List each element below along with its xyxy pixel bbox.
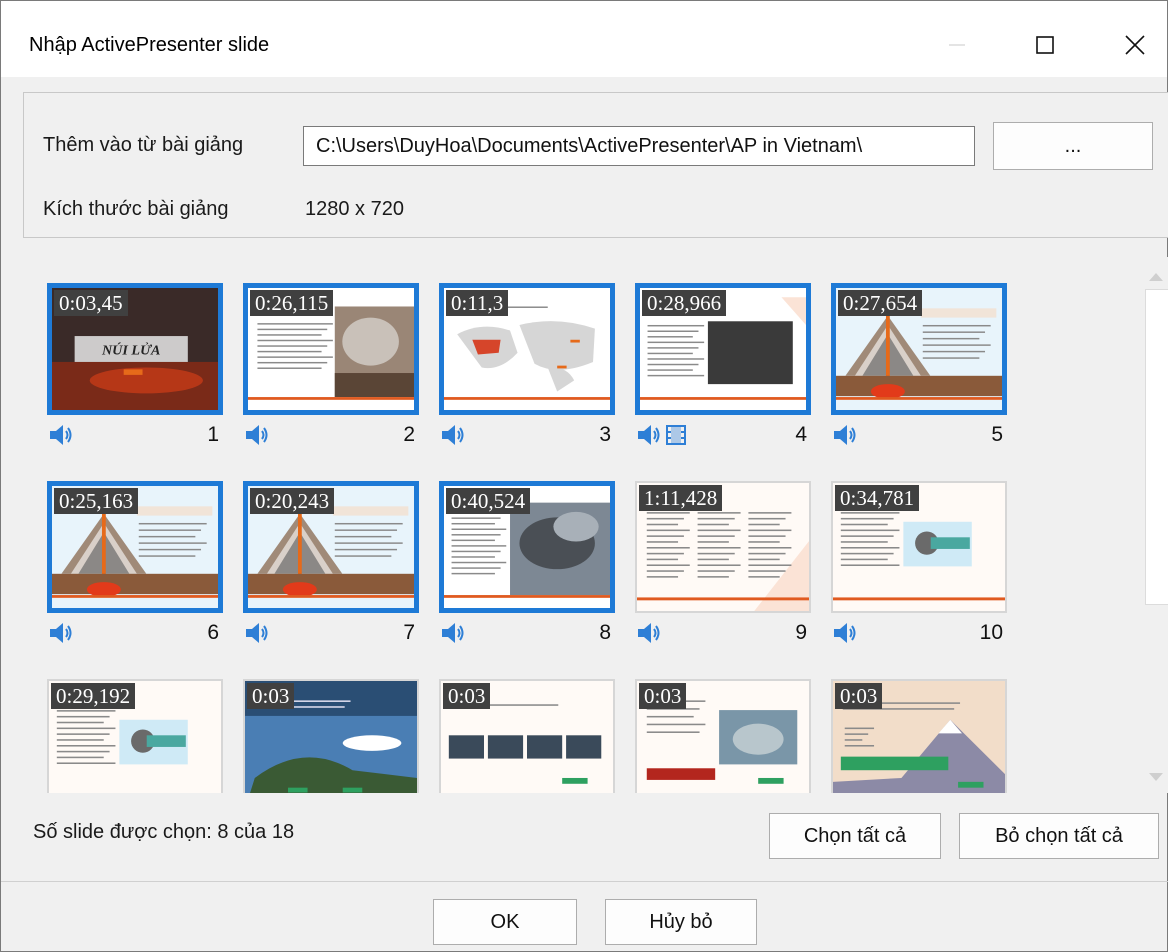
slide-preview[interactable]: 1:11,428 [635,481,811,613]
slide-preview[interactable]: 0:26,115 [243,283,419,415]
import-slides-dialog: Nhập ActivePresenter slide Thêm vào từ b… [0,0,1168,952]
select-all-button[interactable]: Chọn tất cả [769,813,941,859]
slide-number: 3 [599,423,611,446]
size-label: Kích thước bài giảng [43,198,229,220]
slide-duration: 0:03 [443,683,491,709]
ok-button[interactable]: OK [433,899,577,945]
source-label: Thêm vào từ bài giảng [43,134,244,156]
window-title: Nhập ActivePresenter slide [29,34,270,56]
svg-text:NÚI LỬA: NÚI LỬA [101,342,161,359]
slide-preview[interactable]: 0:40,524 [439,481,615,613]
scroll-down-icon [1149,773,1163,781]
slide-duration: 0:03 [247,683,295,709]
slide-duration: 0:25,163 [54,488,139,514]
slide-duration: 0:34,781 [835,485,920,511]
footer-divider [1,881,1168,882]
slide-number: 6 [207,621,219,644]
close-button[interactable] [1115,25,1155,65]
slide-preview[interactable]: 0:03 [831,679,1007,793]
slide-duration: 0:29,192 [51,683,136,709]
slide-duration: 0:27,654 [838,290,923,316]
slide-preview[interactable]: 0:34,781 [831,481,1007,613]
selected-count-status: Số slide được chọn: 8 của 18 [33,821,295,843]
slide-number: 4 [795,423,807,446]
slide-preview[interactable]: 0:03 [243,679,419,793]
slide-number: 8 [599,621,611,644]
slide-number: 2 [403,423,415,446]
slide-duration: 0:03 [835,683,883,709]
slide-duration: 0:03,45 [54,290,128,316]
close-icon [1125,35,1145,55]
slide-number: 9 [795,621,807,644]
slide-duration: 1:11,428 [639,485,723,511]
slide-number: 7 [403,621,415,644]
deselect-all-button[interactable]: Bỏ chọn tất cả [959,813,1159,859]
slide-preview[interactable]: 0:27,654 [831,283,1007,415]
slide-preview[interactable]: 0:03 [439,679,615,793]
slide-number: 5 [991,423,1003,446]
slide-duration: 0:03 [639,683,687,709]
slide-preview[interactable]: 0:03 [635,679,811,793]
minimize-icon [949,44,965,46]
scrollbar-thumb[interactable] [1145,289,1168,605]
slide-preview[interactable]: 0:20,243 [243,481,419,613]
slide-preview[interactable]: 0:29,192 [47,679,223,793]
slide-number: 1 [207,423,219,446]
title-bar: Nhập ActivePresenter slide [1,1,1167,77]
cancel-button[interactable]: Hủy bỏ [605,899,757,945]
slide-preview[interactable]: 0:28,966 [635,283,811,415]
slide-number: 10 [979,621,1003,644]
slide-duration: 0:28,966 [642,290,727,316]
slide-duration: 0:11,3 [446,290,509,316]
slide-preview[interactable]: 0:25,163 [47,481,223,613]
maximize-button[interactable] [1025,25,1065,65]
source-path-field[interactable]: C:\Users\DuyHoa\Documents\ActivePresente… [303,126,975,166]
slide-duration: 0:20,243 [250,488,335,514]
scroll-up-icon [1149,273,1163,281]
maximize-icon [1036,36,1054,54]
minimize-button[interactable] [937,25,977,65]
browse-button[interactable]: ... [993,122,1153,170]
slide-duration: 0:26,115 [250,290,334,316]
slide-grid: NÚI LỬA 0:03,45 1 0:26,115 2 0:11,3 3 0:28,966 4… [23,257,1168,793]
slide-duration: 0:40,524 [446,488,531,514]
size-value: 1280 x 720 [305,198,404,220]
slide-preview[interactable]: 0:11,3 [439,283,615,415]
slide-preview[interactable]: NÚI LỬA 0:03,45 [47,283,223,415]
